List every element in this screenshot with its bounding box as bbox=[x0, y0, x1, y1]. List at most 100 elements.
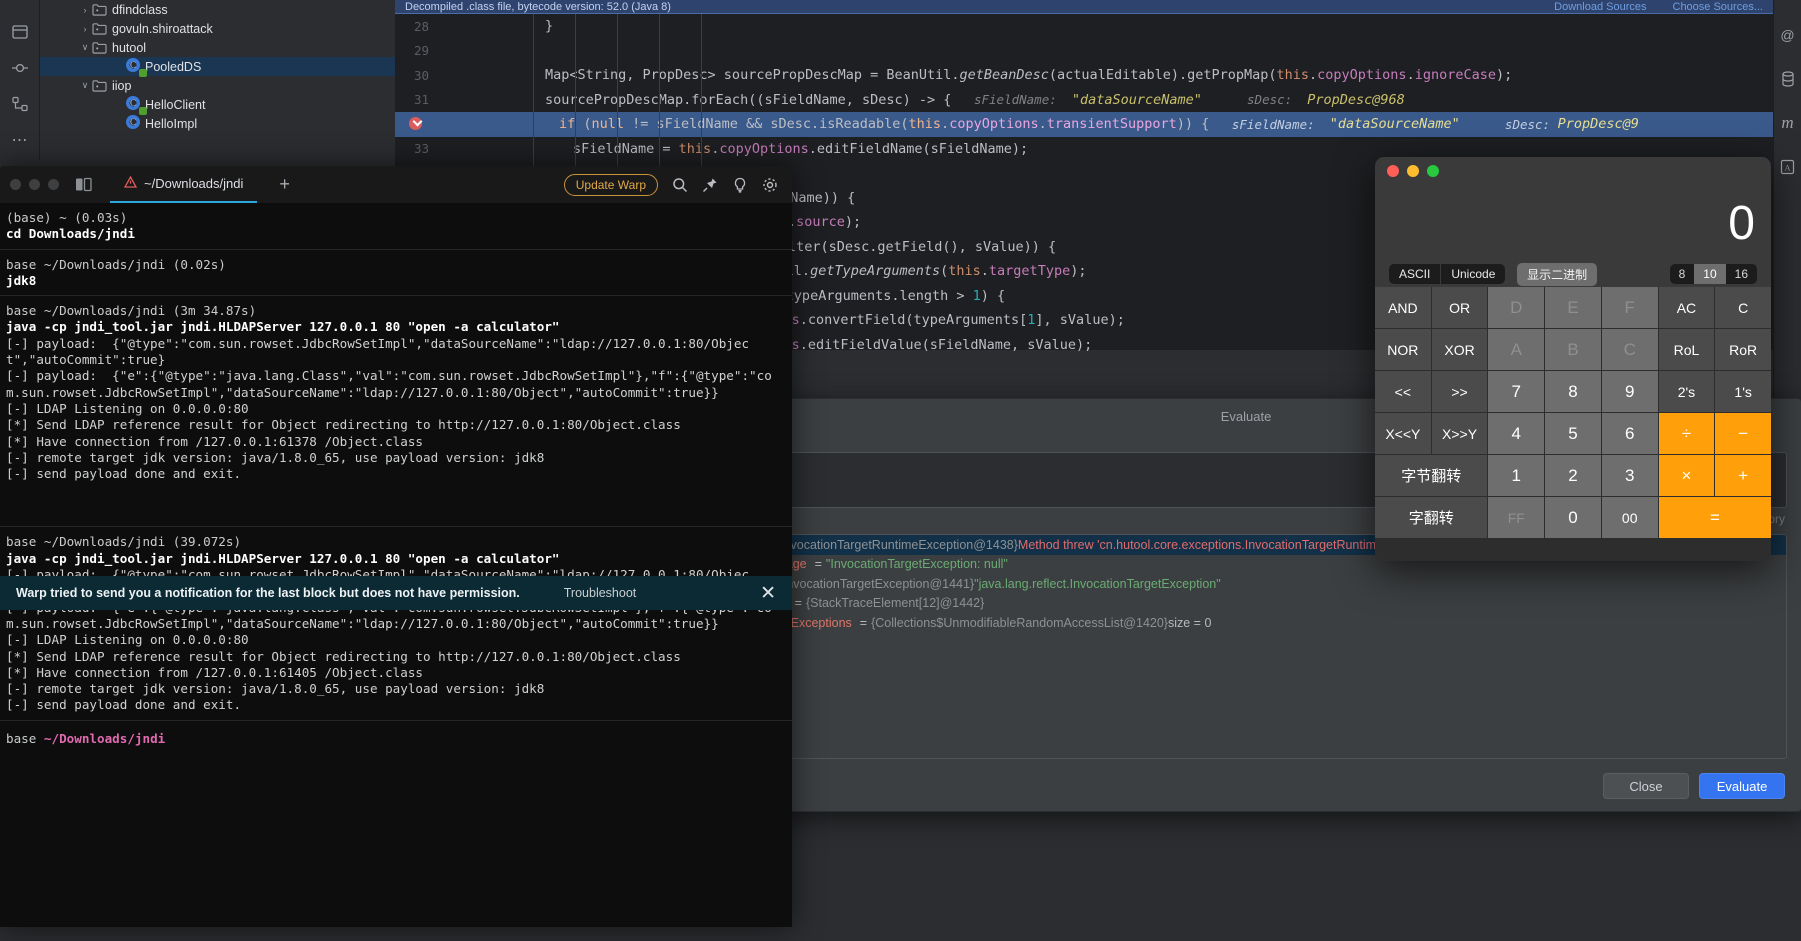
tree-item-pooledds[interactable]: PooledDS bbox=[40, 57, 395, 76]
pin-icon[interactable] bbox=[702, 177, 718, 193]
tree-item-iiop[interactable]: ∨iiop bbox=[40, 76, 395, 95]
calc-key-4[interactable]: 4 bbox=[1488, 413, 1544, 454]
calc-key--[interactable]: − bbox=[1715, 413, 1771, 454]
calc-key-x-y[interactable]: X<<Y bbox=[1375, 413, 1431, 454]
project-tree[interactable]: ›dfindclass›govuln.shiroattack∨hutoolPoo… bbox=[40, 0, 395, 152]
at-icon[interactable]: @ bbox=[1779, 26, 1797, 44]
update-warp-button[interactable]: Update Warp bbox=[564, 174, 658, 196]
new-tab-button[interactable]: + bbox=[279, 174, 290, 195]
chevron-icon[interactable]: ∨ bbox=[78, 80, 92, 91]
calc-key--[interactable]: >> bbox=[1432, 371, 1488, 412]
calc-key-7[interactable]: 7 bbox=[1488, 371, 1544, 412]
code-line-31[interactable]: 31sourcePropDescMap.forEach((sFieldName,… bbox=[395, 88, 1773, 113]
calc-key-a[interactable]: A bbox=[1488, 329, 1544, 370]
calc-key-c[interactable]: C bbox=[1715, 287, 1771, 328]
chevron-icon[interactable]: ∨ bbox=[78, 42, 92, 53]
calc-key--[interactable]: ÷ bbox=[1659, 413, 1715, 454]
calc-key-2[interactable]: 2 bbox=[1545, 455, 1601, 496]
base-10-option[interactable]: 10 bbox=[1694, 264, 1725, 284]
tree-item-helloclient[interactable]: HelloClient bbox=[40, 95, 395, 114]
calculator-close-button[interactable] bbox=[1387, 165, 1399, 177]
minimize-window-button[interactable] bbox=[29, 179, 40, 190]
calc-key-0[interactable]: 0 bbox=[1545, 497, 1601, 538]
calc-key-or[interactable]: OR bbox=[1432, 287, 1488, 328]
evaluate-result-tree[interactable]: result={InvocationTargetRuntimeException… bbox=[705, 534, 1787, 759]
calc-key-ac[interactable]: AC bbox=[1659, 287, 1715, 328]
breakpoint-icon[interactable] bbox=[409, 117, 422, 130]
ascii-option[interactable]: ASCII bbox=[1389, 264, 1440, 284]
more-icon[interactable]: ⋯ bbox=[10, 130, 30, 150]
calc-key-9[interactable]: 9 bbox=[1602, 371, 1658, 412]
calc-key--[interactable]: << bbox=[1375, 371, 1431, 412]
code-line-30[interactable]: 30Map<String, PropDesc> sourcePropDescMa… bbox=[395, 63, 1773, 88]
calc-key-d[interactable]: D bbox=[1488, 287, 1544, 328]
structure-panel-icon[interactable]: A bbox=[1779, 158, 1797, 176]
result-row[interactable]: ⚑cause={InvocationTargetException@1441} … bbox=[706, 574, 1786, 594]
show-binary-button[interactable]: 显示二进制 bbox=[1517, 263, 1597, 286]
close-button[interactable]: Close bbox=[1603, 773, 1689, 799]
base-8-option[interactable]: 8 bbox=[1670, 264, 1695, 284]
calc-key-8[interactable]: 8 bbox=[1545, 371, 1601, 412]
tree-item-helloimpl[interactable]: HelloImpl bbox=[40, 114, 395, 133]
calc-key-00[interactable]: 00 bbox=[1602, 497, 1658, 538]
calc-key-6[interactable]: 6 bbox=[1602, 413, 1658, 454]
code-line-32[interactable]: if (null != sFieldName && sDesc.isReadab… bbox=[395, 112, 1773, 137]
calc-key--[interactable]: = bbox=[1659, 497, 1771, 538]
calc-key-e[interactable]: E bbox=[1545, 287, 1601, 328]
calc-key-and[interactable]: AND bbox=[1375, 287, 1431, 328]
chevron-icon[interactable]: › bbox=[78, 5, 92, 15]
structure-icon[interactable] bbox=[10, 94, 30, 114]
maven-icon[interactable]: m bbox=[1779, 114, 1797, 132]
tree-item-dfindclass[interactable]: ›dfindclass bbox=[40, 0, 395, 19]
tree-item-govuln-shiroattack[interactable]: ›govuln.shiroattack bbox=[40, 19, 395, 38]
evaluate-button[interactable]: Evaluate bbox=[1699, 773, 1785, 799]
calc-key-2-s[interactable]: 2's bbox=[1659, 371, 1715, 412]
warp-tab-jndi[interactable]: ~/Downloads/jndi bbox=[110, 166, 257, 203]
calc-key-字翻转[interactable]: 字翻转 bbox=[1375, 497, 1487, 538]
calc-key--[interactable]: + bbox=[1715, 455, 1771, 496]
calc-key-ror[interactable]: RoR bbox=[1715, 329, 1771, 370]
close-window-button[interactable] bbox=[10, 179, 21, 190]
code-line-28[interactable]: 28} bbox=[395, 14, 1773, 39]
commit-icon[interactable] bbox=[10, 58, 30, 78]
close-icon[interactable]: ✕ bbox=[760, 584, 776, 603]
warp-terminal-body[interactable]: (base) ~ (0.03s)cd Downloads/jndibase ~/… bbox=[0, 203, 792, 927]
calc-key-b[interactable]: B bbox=[1545, 329, 1601, 370]
calc-key-f[interactable]: F bbox=[1602, 287, 1658, 328]
download-sources-link[interactable]: Download Sources bbox=[1554, 1, 1646, 13]
calculator-maximize-button[interactable] bbox=[1427, 165, 1439, 177]
calc-key-5[interactable]: 5 bbox=[1545, 413, 1601, 454]
calc-key--[interactable]: × bbox=[1659, 455, 1715, 496]
maximize-window-button[interactable] bbox=[48, 179, 59, 190]
calc-key-1-s[interactable]: 1's bbox=[1715, 371, 1771, 412]
base-segmented-control[interactable]: 8 10 16 bbox=[1670, 264, 1757, 284]
calc-key-字节翻转[interactable]: 字节翻转 bbox=[1375, 455, 1487, 496]
calc-key-1[interactable]: 1 bbox=[1488, 455, 1544, 496]
terminal-block[interactable]: (base) ~ (0.03s)cd Downloads/jndi bbox=[0, 203, 792, 249]
troubleshoot-link[interactable]: Troubleshoot bbox=[564, 586, 637, 600]
choose-sources-link[interactable]: Choose Sources... bbox=[1673, 1, 1764, 13]
calc-key-rol[interactable]: RoL bbox=[1659, 329, 1715, 370]
calc-key-xor[interactable]: XOR bbox=[1432, 329, 1488, 370]
unicode-option[interactable]: Unicode bbox=[1440, 264, 1505, 284]
calc-key-x-y[interactable]: X>>Y bbox=[1432, 413, 1488, 454]
encoding-segmented-control[interactable]: ASCII Unicode bbox=[1389, 264, 1505, 284]
terminal-block[interactable]: base ~/Downloads/jndi (3m 34.87s)java -c… bbox=[0, 295, 792, 488]
chevron-icon[interactable]: › bbox=[78, 24, 92, 34]
search-icon[interactable] bbox=[672, 177, 688, 193]
calc-key-3[interactable]: 3 bbox=[1602, 455, 1658, 496]
calculator-keypad[interactable]: ANDORDEFACCNORXORABCRoLRoR<<>>7892's1'sX… bbox=[1375, 287, 1771, 561]
gear-icon[interactable] bbox=[762, 177, 778, 193]
calculator-minimize-button[interactable] bbox=[1407, 165, 1419, 177]
database-icon[interactable] bbox=[1779, 70, 1797, 88]
split-pane-icon[interactable] bbox=[75, 177, 92, 192]
terminal-block[interactable]: base ~/Downloads/jndi (39.072s)java -cp … bbox=[0, 526, 792, 719]
terminal-block[interactable]: base ~/Downloads/jndi (0.02s)jdk8 bbox=[0, 249, 792, 296]
calc-key-ff[interactable]: FF bbox=[1488, 497, 1544, 538]
result-row[interactable]: fsuppressedExceptions={Collections$Unmod… bbox=[706, 613, 1786, 633]
window-controls[interactable] bbox=[0, 179, 59, 190]
result-row[interactable]: fstackTrace={StackTraceElement[12]@1442} bbox=[706, 594, 1786, 614]
decompiled-notification-links[interactable]: Download Sources Choose Sources... bbox=[1554, 1, 1763, 13]
project-icon[interactable] bbox=[10, 22, 30, 42]
calc-key-nor[interactable]: NOR bbox=[1375, 329, 1431, 370]
